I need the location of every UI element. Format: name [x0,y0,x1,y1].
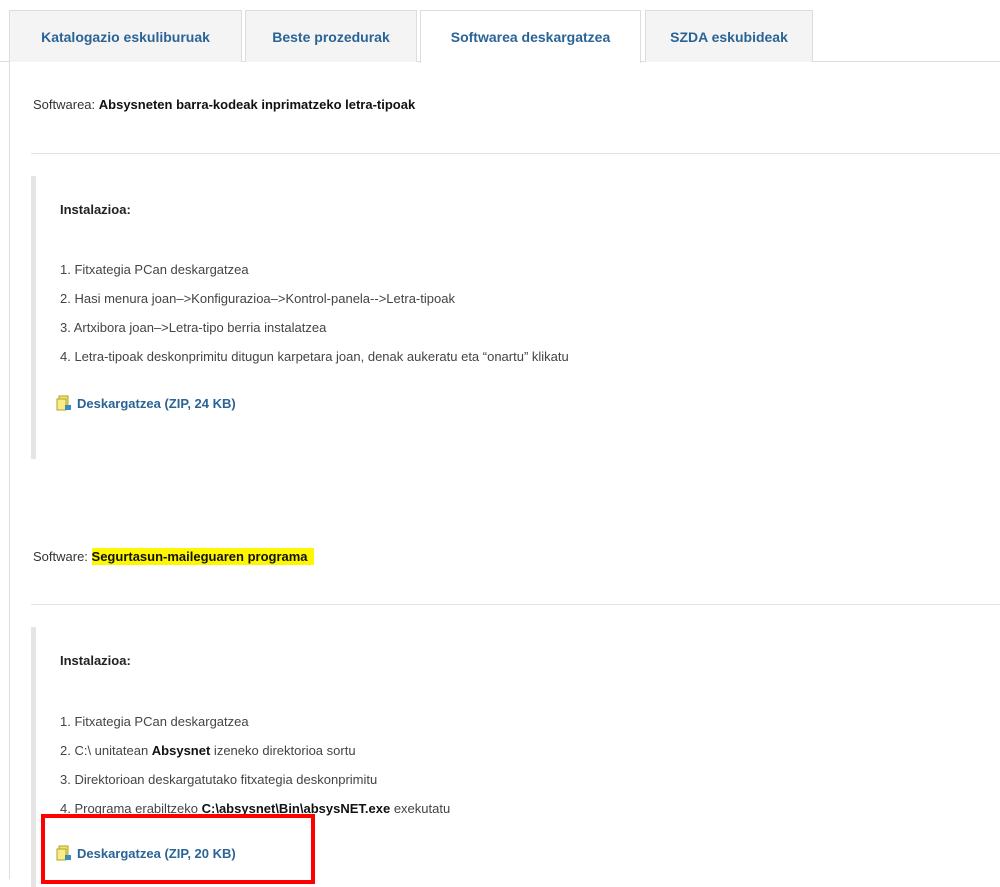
step-text: 2. C:\ unitatean [60,743,152,758]
software-1-prefix: Softwarea: [33,97,99,112]
software-1-name: Absysneten barra-kodeak inprimatzeko let… [98,97,416,112]
install-step: 2. C:\ unitatean Absysnet izeneko direkt… [60,743,356,758]
divider [31,153,1000,154]
download-icon [56,845,71,861]
tab-softwarea-deskargatzea[interactable]: Softwarea deskargatzea [420,10,641,63]
tab-szda-eskubideak[interactable]: SZDA eskubideak [645,10,813,62]
install-title: Instalazioa: [60,202,131,217]
download-link-label[interactable]: Deskargatzea (ZIP, 24 KB) [77,396,236,411]
install-step: 4. Programa erabiltzeko C:\absysnet\Bin\… [60,801,450,816]
install-step: 4. Letra-tipoak deskonprimitu ditugun ka… [60,349,569,364]
download-link-label[interactable]: Deskargatzea (ZIP, 20 KB) [77,846,236,861]
step-text: izeneko direktorioa sortu [210,743,356,758]
install-step: 1. Fitxategia PCan deskargatzea [60,262,249,277]
software-2-heading: Software: Segurtasun-maileguaren program… [33,548,314,565]
tab-bar: Katalogazio eskuliburuak Beste prozedura… [0,0,1000,63]
install-title: Instalazioa: [60,653,131,668]
tab-katalogazio-eskuliburuak[interactable]: Katalogazio eskuliburuak [9,10,242,62]
download-link-1[interactable]: Deskargatzea (ZIP, 24 KB) [56,395,236,411]
software-1-heading: Softwarea: Absysneten barra-kodeak inpri… [33,97,415,112]
download-icon [56,395,71,411]
software-1-install-block: Instalazioa: 1. Fitxategia PCan deskarga… [31,176,1000,459]
download-link-2[interactable]: Deskargatzea (ZIP, 20 KB) [56,845,236,861]
software-2-name: Segurtasun-maileguaren programa [91,548,314,565]
software-2-prefix: Software: [33,549,92,564]
step-bold: Absysnet [151,743,211,758]
install-step: 3. Artxibora joan–>Letra-tipo berria ins… [60,320,327,335]
tab-content-panel: Softwarea: Absysneten barra-kodeak inpri… [9,61,1000,887]
install-step: 1. Fitxategia PCan deskargatzea [60,714,249,729]
step-bold: C:\absysnet\Bin\absysNET.exe [201,801,391,816]
tab-beste-prozedurak[interactable]: Beste prozedurak [245,10,417,62]
install-step: 3. Direktorioan deskargatutako fitxategi… [60,772,378,787]
install-step: 2. Hasi menura joan–>Konfigurazioa–>Kont… [60,291,455,306]
software-2-install-block: Instalazioa: 1. Fitxategia PCan deskarga… [31,627,1000,887]
step-text: 4. Programa erabiltzeko [60,801,202,816]
step-text: exekutatu [390,801,451,816]
divider [31,604,1000,605]
